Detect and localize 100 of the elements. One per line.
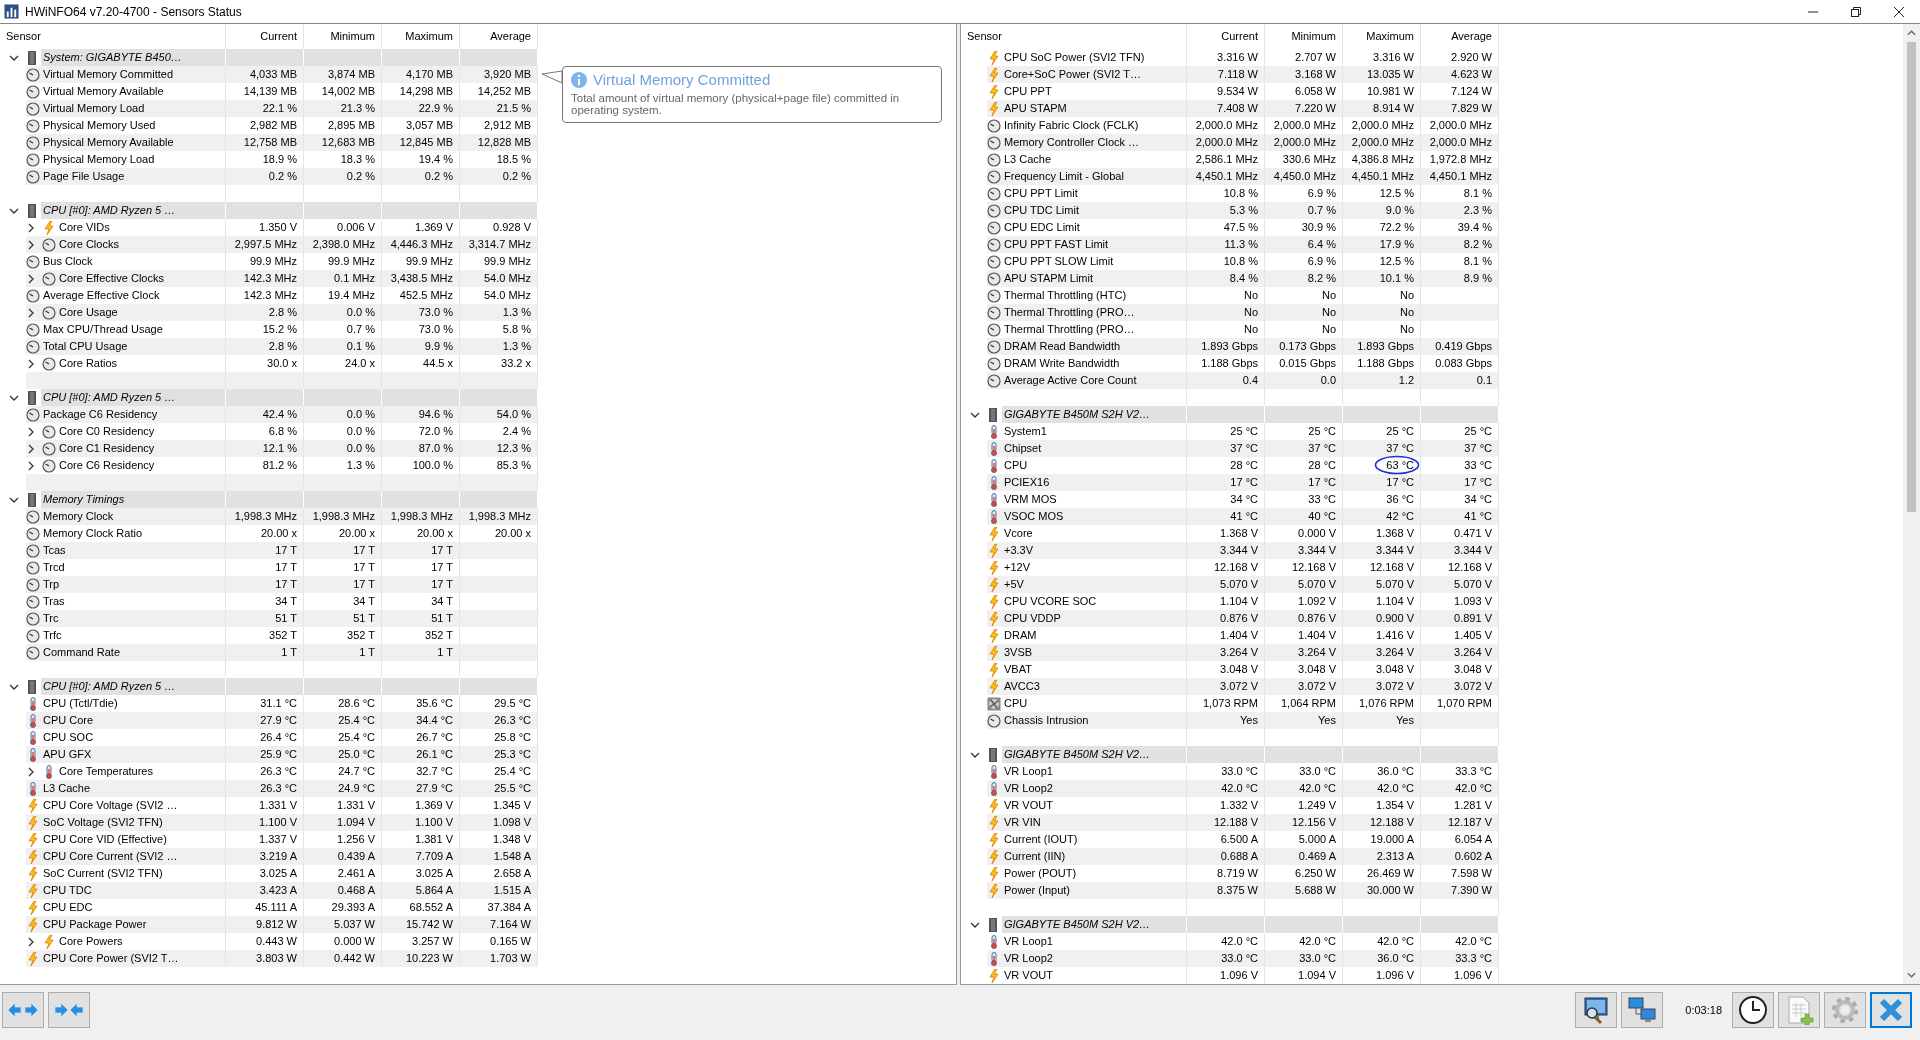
table-row[interactable]: Current (IIN) 0.688 A 0.469 A 2.313 A 0.602 A bbox=[961, 848, 1499, 865]
table-row[interactable]: APU GFX 25.9 °C 25.0 °C 26.1 °C 25.3 °C bbox=[0, 746, 538, 763]
table-row[interactable]: VR VOUT 1.096 V 1.094 V 1.096 V 1.096 V bbox=[961, 967, 1499, 984]
table-row[interactable]: CPU VDDP 0.876 V 0.876 V 0.900 V 0.891 V bbox=[961, 610, 1499, 627]
lightning-icon bbox=[26, 900, 40, 915]
table-row[interactable]: CPU Core 27.9 °C 25.4 °C 34.4 °C 26.3 °C bbox=[0, 712, 538, 729]
table-row[interactable]: Tcas 17 T 17 T 17 T bbox=[0, 542, 538, 559]
sensor-value: 7.829 W bbox=[1451, 102, 1492, 114]
scrollbar-thumb[interactable] bbox=[1907, 42, 1916, 512]
table-row[interactable]: Virtual Memory Load 22.1 % 21.3 % 22.9 % 21.5 % bbox=[0, 100, 538, 117]
collapse-button[interactable] bbox=[48, 991, 90, 1028]
table-row[interactable]: VR Loop2 33.0 °C 33.0 °C 36.0 °C 33.3 °C bbox=[961, 950, 1499, 967]
table-row[interactable]: Thermal Throttling (PRO… No No No bbox=[961, 304, 1499, 321]
sensor-value: 81.2 % bbox=[262, 459, 297, 471]
table-row[interactable]: Core Clocks 2,997.5 MHz 2,398.0 MHz 4,446.3 MHz 3,314.7 MHz bbox=[0, 236, 538, 253]
table-row[interactable]: VR VIN 12.188 V 12.156 V 12.188 V 12.187 V bbox=[961, 814, 1499, 831]
table-row[interactable]: 3VSB 3.264 V 3.264 V 3.264 V 3.264 V bbox=[961, 644, 1499, 661]
clock-button[interactable] bbox=[1732, 991, 1774, 1028]
sensor-value: 3.264 V bbox=[1376, 646, 1414, 658]
chevron-icon[interactable] bbox=[26, 358, 36, 369]
table-row[interactable]: CPU Package Power 9.812 W 5.037 W 15.742 W 7.164 W bbox=[0, 916, 538, 933]
group-header-row[interactable]: GIGABYTE B450M S2H V2… bbox=[961, 746, 1499, 763]
table-row[interactable]: Chipset 37 °C 37 °C 37 °C 37 °C bbox=[961, 440, 1499, 457]
chevron-icon[interactable] bbox=[26, 273, 36, 284]
column-header[interactable]: Minimum bbox=[1265, 24, 1343, 49]
sensor-value: 25.3 °C bbox=[494, 748, 531, 760]
table-row[interactable]: Page File Usage 0.2 % 0.2 % 0.2 % 0.2 % bbox=[0, 168, 538, 185]
column-header[interactable]: Current bbox=[1187, 24, 1265, 49]
group-header-row[interactable]: Memory Timings bbox=[0, 491, 538, 508]
sensor-value: 3.257 W bbox=[412, 935, 453, 947]
table-row[interactable]: CPU Core Power (SVI2 T… 3.803 W 0.442 W 10.223 W 1.703 W bbox=[0, 950, 538, 967]
chevron-icon[interactable] bbox=[26, 766, 36, 777]
scroll-up-icon[interactable] bbox=[1907, 30, 1916, 36]
chevron-icon[interactable] bbox=[26, 443, 36, 454]
table-row[interactable]: VR Loop2 42.0 °C 42.0 °C 42.0 °C 42.0 °C bbox=[961, 780, 1499, 797]
table-row[interactable]: Chassis Intrusion Yes Yes Yes bbox=[961, 712, 1499, 729]
table-row[interactable]: CPU Core Current (SVI2 … 3.219 A 0.439 A 7.709 A 1.548 A bbox=[0, 848, 538, 865]
table-row[interactable]: PCIEX16 17 °C 17 °C 17 °C 17 °C bbox=[961, 474, 1499, 491]
scrollbar[interactable] bbox=[1903, 24, 1920, 984]
gauge-icon bbox=[987, 254, 1001, 269]
table-row[interactable]: Average Active Core Count 0.4 0.0 1.2 0.1 bbox=[961, 372, 1499, 389]
sensor-label: Thermal Throttling (HTC) bbox=[1004, 288, 1127, 303]
sensor-value: 1,972.8 MHz bbox=[1429, 153, 1492, 165]
chevron-icon[interactable] bbox=[26, 426, 36, 437]
table-row[interactable]: APU STAPM Limit 8.4 % 8.2 % 10.1 % 8.9 % bbox=[961, 270, 1499, 287]
table-row[interactable]: APU STAPM 7.408 W 7.220 W 8.914 W 7.829 W bbox=[961, 100, 1499, 117]
table-row[interactable]: Power (Input) 8.375 W 5.688 W 30.000 W 7.390 W bbox=[961, 882, 1499, 899]
table-row[interactable]: Virtual Memory Committed 4,033 MB 3,874 MB 4,170 MB 3,920 MB bbox=[0, 66, 538, 83]
table-row[interactable]: Core Effective Clocks 142.3 MHz 0.1 MHz 3,438.5 MHz 54.0 MHz bbox=[0, 270, 538, 287]
sensor-label: VR VOUT bbox=[1004, 968, 1053, 983]
gauge-icon bbox=[26, 611, 40, 626]
table-row[interactable]: DRAM Read Bandwidth 1.893 Gbps 0.173 Gbps 1.893 Gbps 0.419 Gbps bbox=[961, 338, 1499, 355]
sensor-value: 452.5 MHz bbox=[399, 289, 453, 301]
table-row[interactable]: Memory Controller Clock … 2,000.0 MHz 2,000.0 MHz 2,000.0 MHz 2,000.0 MHz bbox=[961, 134, 1499, 151]
sensor-value: 9.0 % bbox=[1385, 204, 1414, 216]
chevron-icon[interactable] bbox=[26, 222, 36, 233]
table-row[interactable]: VSOC MOS 41 °C 40 °C 42 °C 41 °C bbox=[961, 508, 1499, 525]
table-row[interactable]: +3.3V 3.344 V 3.344 V 3.344 V 3.344 V bbox=[961, 542, 1499, 559]
expand-button[interactable] bbox=[2, 991, 44, 1028]
group-header-row[interactable]: CPU [#0]: AMD Ryzen 5 … bbox=[0, 389, 538, 406]
table-row[interactable]: CPU PPT FAST Limit 11.3 % 6.4 % 17.9 % 8.2 % bbox=[961, 236, 1499, 253]
group-header-row[interactable]: GIGABYTE B450M S2H V2… bbox=[961, 406, 1499, 423]
table-row[interactable]: Total CPU Usage 2.8 % 0.1 % 9.9 % 1.3 % bbox=[0, 338, 538, 355]
table-row[interactable]: L3 Cache 26.3 °C 24.9 °C 27.9 °C 25.5 °C bbox=[0, 780, 538, 797]
chevron-icon[interactable] bbox=[26, 936, 36, 947]
group-header-row[interactable]: CPU [#0]: AMD Ryzen 5 … bbox=[0, 202, 538, 219]
chevron-icon[interactable] bbox=[26, 460, 36, 471]
sensor-value: 99.9 MHz bbox=[405, 255, 453, 267]
group-header-row[interactable]: System: GIGABYTE B450… bbox=[0, 49, 538, 66]
table-row[interactable]: Core C1 Residency 12.1 % 0.0 % 87.0 % 12.3 % bbox=[0, 440, 538, 457]
sensor-value: No bbox=[1399, 323, 1414, 335]
table-row[interactable]: Trp 17 T 17 T 17 T bbox=[0, 576, 538, 593]
column-header[interactable]: Maximum bbox=[1343, 24, 1421, 49]
group-header-row[interactable]: CPU [#0]: AMD Ryzen 5 … bbox=[0, 678, 538, 695]
close-button[interactable] bbox=[1870, 991, 1912, 1028]
table-row[interactable]: Frequency Limit - Global 4,450.1 MHz 4,450.0 MHz 4,450.1 MHz 4,450.1 MHz bbox=[961, 168, 1499, 185]
close-icon[interactable] bbox=[1894, 6, 1904, 17]
table-row[interactable]: CPU TDC 3.423 A 0.468 A 5.864 A 1.515 A bbox=[0, 882, 538, 899]
group-header-row[interactable]: GIGABYTE B450M S2H V2… bbox=[961, 916, 1499, 933]
table-row[interactable]: +5V 5.070 V 5.070 V 5.070 V 5.070 V bbox=[961, 576, 1499, 593]
column-header[interactable]: Average bbox=[1421, 24, 1499, 49]
table-row[interactable]: SoC Voltage (SVI2 TFN) 1.100 V 1.094 V 1.100 V 1.098 V bbox=[0, 814, 538, 831]
table-row[interactable]: Trc 51 T 51 T 51 T bbox=[0, 610, 538, 627]
table-row[interactable]: Physical Memory Available 12,758 MB 12,683 MB 12,845 MB 12,828 MB bbox=[0, 134, 538, 151]
table-row[interactable]: Command Rate 1 T 1 T 1 T bbox=[0, 644, 538, 661]
sensor-value: 1 T bbox=[359, 646, 375, 658]
restore-icon[interactable] bbox=[1851, 6, 1861, 17]
lightning-icon bbox=[26, 832, 40, 847]
scroll-down-icon[interactable] bbox=[1907, 972, 1916, 978]
table-row[interactable]: Package C6 Residency 42.4 % 0.0 % 94.6 % 54.0 % bbox=[0, 406, 538, 423]
table-row[interactable]: Memory Clock 1,998.3 MHz 1,998.3 MHz 1,998.3 MHz 1,998.3 MHz bbox=[0, 508, 538, 525]
table-row[interactable]: Core Usage 2.8 % 0.0 % 73.0 % 1.3 % bbox=[0, 304, 538, 321]
chevron-icon[interactable] bbox=[26, 239, 36, 250]
monitor-search-button[interactable] bbox=[1575, 991, 1618, 1028]
network-monitors-button[interactable] bbox=[1621, 991, 1664, 1028]
sensor-value: 2,000.0 MHz bbox=[1273, 119, 1336, 131]
table-row[interactable]: Core+SoC Power (SVI2 T… 7.118 W 3.168 W 13.035 W 4.623 W bbox=[961, 66, 1499, 83]
table-row[interactable]: CPU TDC Limit 5.3 % 0.7 % 9.0 % 2.3 % bbox=[961, 202, 1499, 219]
chevron-icon[interactable] bbox=[26, 307, 36, 318]
table-row[interactable]: AVCC3 3.072 V 3.072 V 3.072 V 3.072 V bbox=[961, 678, 1499, 695]
